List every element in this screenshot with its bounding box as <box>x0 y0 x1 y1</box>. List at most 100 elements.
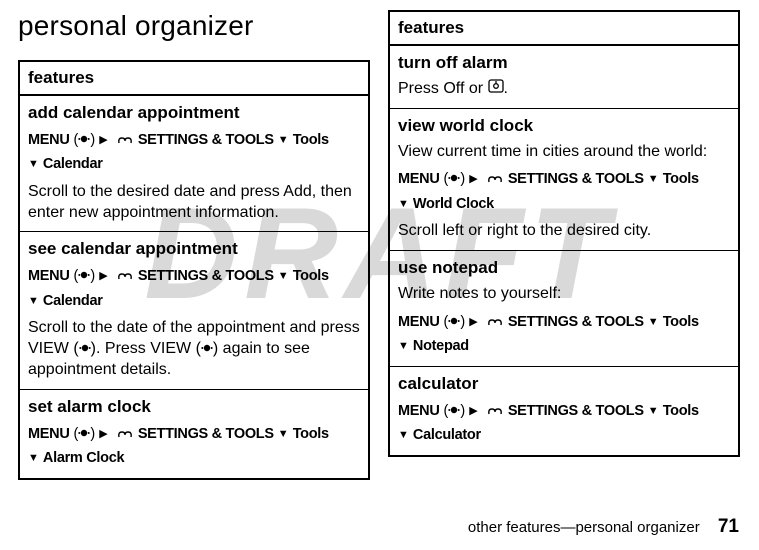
sub-label: World Clock <box>413 196 494 212</box>
settings-label: SETTINGS & TOOLS <box>508 403 644 419</box>
table-header: features <box>389 11 739 45</box>
row-title: see calendar appointment <box>28 238 360 261</box>
arrow-down-icon: ▼ <box>28 450 39 467</box>
arrow-down-icon: ▼ <box>648 171 659 188</box>
settings-label: SETTINGS & TOOLS <box>138 268 274 284</box>
arrow-down-icon: ▼ <box>278 426 289 443</box>
arrow-down-icon: ▼ <box>648 403 659 420</box>
arrow-right-icon: ▶ <box>99 426 107 443</box>
right-column: features turn off alarm Press Off or . v… <box>388 10 740 480</box>
menu-key: MENU <box>28 132 70 148</box>
tools-label: Tools <box>293 426 329 442</box>
sub-label: Calculator <box>413 427 481 443</box>
select-key-icon: () <box>196 340 219 357</box>
select-key-icon: () <box>73 340 96 357</box>
footer-text: other features—personal organizer <box>468 519 700 536</box>
row-title: calculator <box>398 373 730 396</box>
row-intro: View current time in cities around the w… <box>398 142 730 163</box>
menu-key: MENU <box>398 314 440 330</box>
sub-label: Calendar <box>43 293 103 309</box>
menu-key: MENU <box>398 171 440 187</box>
desc-text: . Press <box>96 340 150 357</box>
sub-label: Calendar <box>43 156 103 172</box>
table-row: view world clock View current time in ci… <box>389 108 739 250</box>
row-description: Scroll to the date of the appointment an… <box>28 318 360 380</box>
settings-label: SETTINGS & TOOLS <box>508 171 644 187</box>
tools-label: Tools <box>293 268 329 284</box>
page-content: personal organizer features add calendar… <box>0 0 759 480</box>
row-intro: Write notes to yourself: <box>398 284 730 305</box>
arrow-down-icon: ▼ <box>398 338 409 355</box>
arrow-right-icon: ▶ <box>99 268 107 285</box>
nav-path: MENU () ▶ SETTINGS & TOOLS ▼ Tools ▼ Not… <box>398 311 730 358</box>
nav-path: MENU () ▶ SETTINGS & TOOLS ▼ Tools ▼ Ala… <box>28 423 360 470</box>
row-description: Scroll to the desired date and press Add… <box>28 182 360 224</box>
settings-icon <box>116 425 134 447</box>
desc-text: Scroll to the desired date and press <box>28 183 283 200</box>
row-description: Press Off or . <box>398 79 730 100</box>
page-title: personal organizer <box>18 10 370 42</box>
arrow-down-icon: ▼ <box>28 156 39 173</box>
select-key-icon: () <box>444 171 466 187</box>
menu-key: MENU <box>28 268 70 284</box>
desc-text: Press <box>398 80 443 97</box>
table-row: turn off alarm Press Off or . <box>389 45 739 108</box>
row-description: Scroll left or right to the desired city… <box>398 221 730 242</box>
key-label: VIEW <box>28 340 69 357</box>
desc-text: Scroll to the date of the appointment an… <box>28 319 360 336</box>
nav-path: MENU () ▶ SETTINGS & TOOLS ▼ Tools ▼ Wor… <box>398 168 730 215</box>
tools-label: Tools <box>663 314 699 330</box>
page-footer: other features—personal organizer 71 <box>468 516 739 538</box>
row-title: set alarm clock <box>28 396 360 419</box>
settings-label: SETTINGS & TOOLS <box>138 426 274 442</box>
select-key-icon: () <box>444 403 466 419</box>
tools-label: Tools <box>663 171 699 187</box>
settings-icon <box>116 131 134 153</box>
settings-icon <box>486 170 504 192</box>
row-title: view world clock <box>398 115 730 138</box>
arrow-right-icon: ▶ <box>469 314 477 331</box>
settings-icon <box>116 267 134 289</box>
arrow-down-icon: ▼ <box>278 268 289 285</box>
select-key-icon: () <box>74 268 96 284</box>
key-label: Off <box>443 80 464 97</box>
arrow-down-icon: ▼ <box>278 132 289 149</box>
table-row: set alarm clock MENU () ▶ SETTINGS & TOO… <box>19 389 369 478</box>
features-table-right: features turn off alarm Press Off or . v… <box>388 10 740 457</box>
table-row: add calendar appointment MENU () ▶ SETTI… <box>19 95 369 232</box>
menu-key: MENU <box>398 403 440 419</box>
row-title: turn off alarm <box>398 52 730 75</box>
arrow-right-icon: ▶ <box>469 403 477 420</box>
arrow-right-icon: ▶ <box>469 171 477 188</box>
arrow-down-icon: ▼ <box>398 427 409 444</box>
sub-label: Notepad <box>413 338 469 354</box>
select-key-icon: () <box>444 314 466 330</box>
arrow-down-icon: ▼ <box>28 293 39 310</box>
select-key-icon: () <box>74 132 96 148</box>
row-title: add calendar appointment <box>28 102 360 125</box>
table-row: use notepad Write notes to yourself: MEN… <box>389 251 739 367</box>
settings-icon <box>486 313 504 335</box>
table-header: features <box>19 61 369 95</box>
row-title: use notepad <box>398 257 730 280</box>
key-label: VIEW <box>150 340 191 357</box>
nav-path: MENU () ▶ SETTINGS & TOOLS ▼ Tools ▼ Cal… <box>398 400 730 447</box>
nav-path: MENU () ▶ SETTINGS & TOOLS ▼ Tools ▼ Cal… <box>28 129 360 176</box>
settings-icon <box>486 402 504 424</box>
left-column: personal organizer features add calendar… <box>18 10 370 480</box>
arrow-down-icon: ▼ <box>398 196 409 213</box>
sub-label: Alarm Clock <box>43 450 124 466</box>
tools-label: Tools <box>293 132 329 148</box>
features-table-left: features add calendar appointment MENU (… <box>18 60 370 480</box>
tools-label: Tools <box>663 403 699 419</box>
arrow-down-icon: ▼ <box>648 314 659 331</box>
table-row: see calendar appointment MENU () ▶ SETTI… <box>19 232 369 389</box>
end-key-icon <box>488 80 504 97</box>
desc-text: . <box>504 80 508 97</box>
select-key-icon: () <box>74 426 96 442</box>
settings-label: SETTINGS & TOOLS <box>508 314 644 330</box>
menu-key: MENU <box>28 426 70 442</box>
key-label: Add <box>283 183 311 200</box>
settings-label: SETTINGS & TOOLS <box>138 132 274 148</box>
arrow-right-icon: ▶ <box>99 132 107 149</box>
